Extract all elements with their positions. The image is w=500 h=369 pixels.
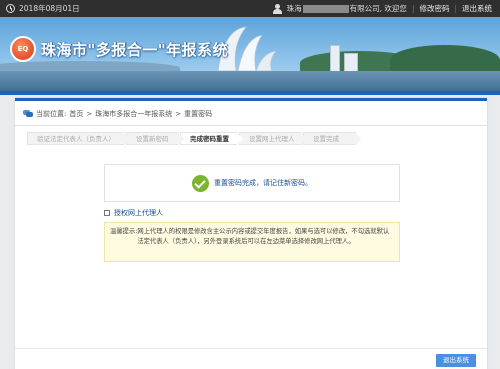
authorize-agent-option[interactable]: 授权网上代理人 xyxy=(104,208,163,218)
building-graphic xyxy=(330,45,340,73)
breadcrumb-current: 重置密码 xyxy=(184,110,213,118)
tip-label: 温馨提示: xyxy=(110,228,138,235)
logout-link[interactable]: 退出系统 xyxy=(462,3,492,14)
brand: EQ 珠海市"多报合一"年报系统 xyxy=(10,36,228,62)
system-title: 珠海市"多报合一"年报系统 xyxy=(41,40,229,59)
banner-divider xyxy=(0,91,500,95)
building-graphic xyxy=(344,53,358,73)
breadcrumb: 当前位置: 首页 > 珠海市多报合一年报系统 > 重置密码 xyxy=(23,109,212,119)
tip-text: 网上代理人的权限是修改含主公示内容或提交年度报告，如果与选可以修改，不勾选就默认… xyxy=(137,228,390,245)
logout-button[interactable]: 退出系统 xyxy=(436,354,476,367)
step-setup-complete: 设置完成 xyxy=(303,132,361,146)
date-text: 2018年08月01日 xyxy=(19,4,80,13)
authorize-agent-label[interactable]: 授权网上代理人 xyxy=(114,208,163,218)
success-message: 重置密码完成，请记住新密码。 xyxy=(214,179,312,187)
user-name: 珠海 有限公司, 欢迎您 xyxy=(286,4,407,13)
success-message-box: 重置密码完成，请记住新密码。 xyxy=(104,164,400,202)
step-verify-representative: 验证法定代表人（负责人） xyxy=(27,132,130,146)
date-display: 2018年08月01日 xyxy=(6,3,80,14)
logo-icon: EQ xyxy=(10,36,36,62)
breadcrumb-label: 当前位置: xyxy=(36,110,67,118)
user-icon xyxy=(272,3,282,14)
sea-graphic xyxy=(0,71,500,91)
clock-icon xyxy=(6,4,15,13)
main-panel: 当前位置: 首页 > 珠海市多报合一年报系统 > 重置密码 验证法定代表人（负责… xyxy=(15,98,487,369)
user-area: 珠海 有限公司, 欢迎您 | 修改密码 | 退出系统 xyxy=(272,3,492,14)
authorize-agent-checkbox[interactable] xyxy=(104,210,110,216)
redacted-name xyxy=(302,5,349,13)
step-complete-reset: 完成密码重置 xyxy=(180,132,243,146)
step-set-new-password: 设置新密码 xyxy=(126,132,184,146)
tip-box: 温馨提示: 网上代理人的权限是修改含主公示内容或提交年度报告，如果与选可以修改，… xyxy=(104,222,400,262)
chat-bubble-icon xyxy=(23,110,33,118)
step-progress: 验证法定代表人（负责人） 设置新密码 完成密码重置 设置网上代理人 设置完成 xyxy=(27,132,361,146)
banner: EQ 珠海市"多报合一"年报系统 xyxy=(0,17,500,91)
change-password-link[interactable]: 修改密码 xyxy=(419,3,449,14)
breadcrumb-home[interactable]: 首页 xyxy=(69,109,83,119)
step-set-online-agent: 设置网上代理人 xyxy=(239,132,307,146)
divider xyxy=(15,125,487,126)
top-bar: 2018年08月01日 珠海 有限公司, 欢迎您 | 修改密码 | 退出系统 xyxy=(0,0,500,17)
check-circle-icon xyxy=(192,174,209,192)
breadcrumb-system[interactable]: 珠海市多报合一年报系统 xyxy=(95,109,172,119)
footer-divider xyxy=(15,348,487,349)
